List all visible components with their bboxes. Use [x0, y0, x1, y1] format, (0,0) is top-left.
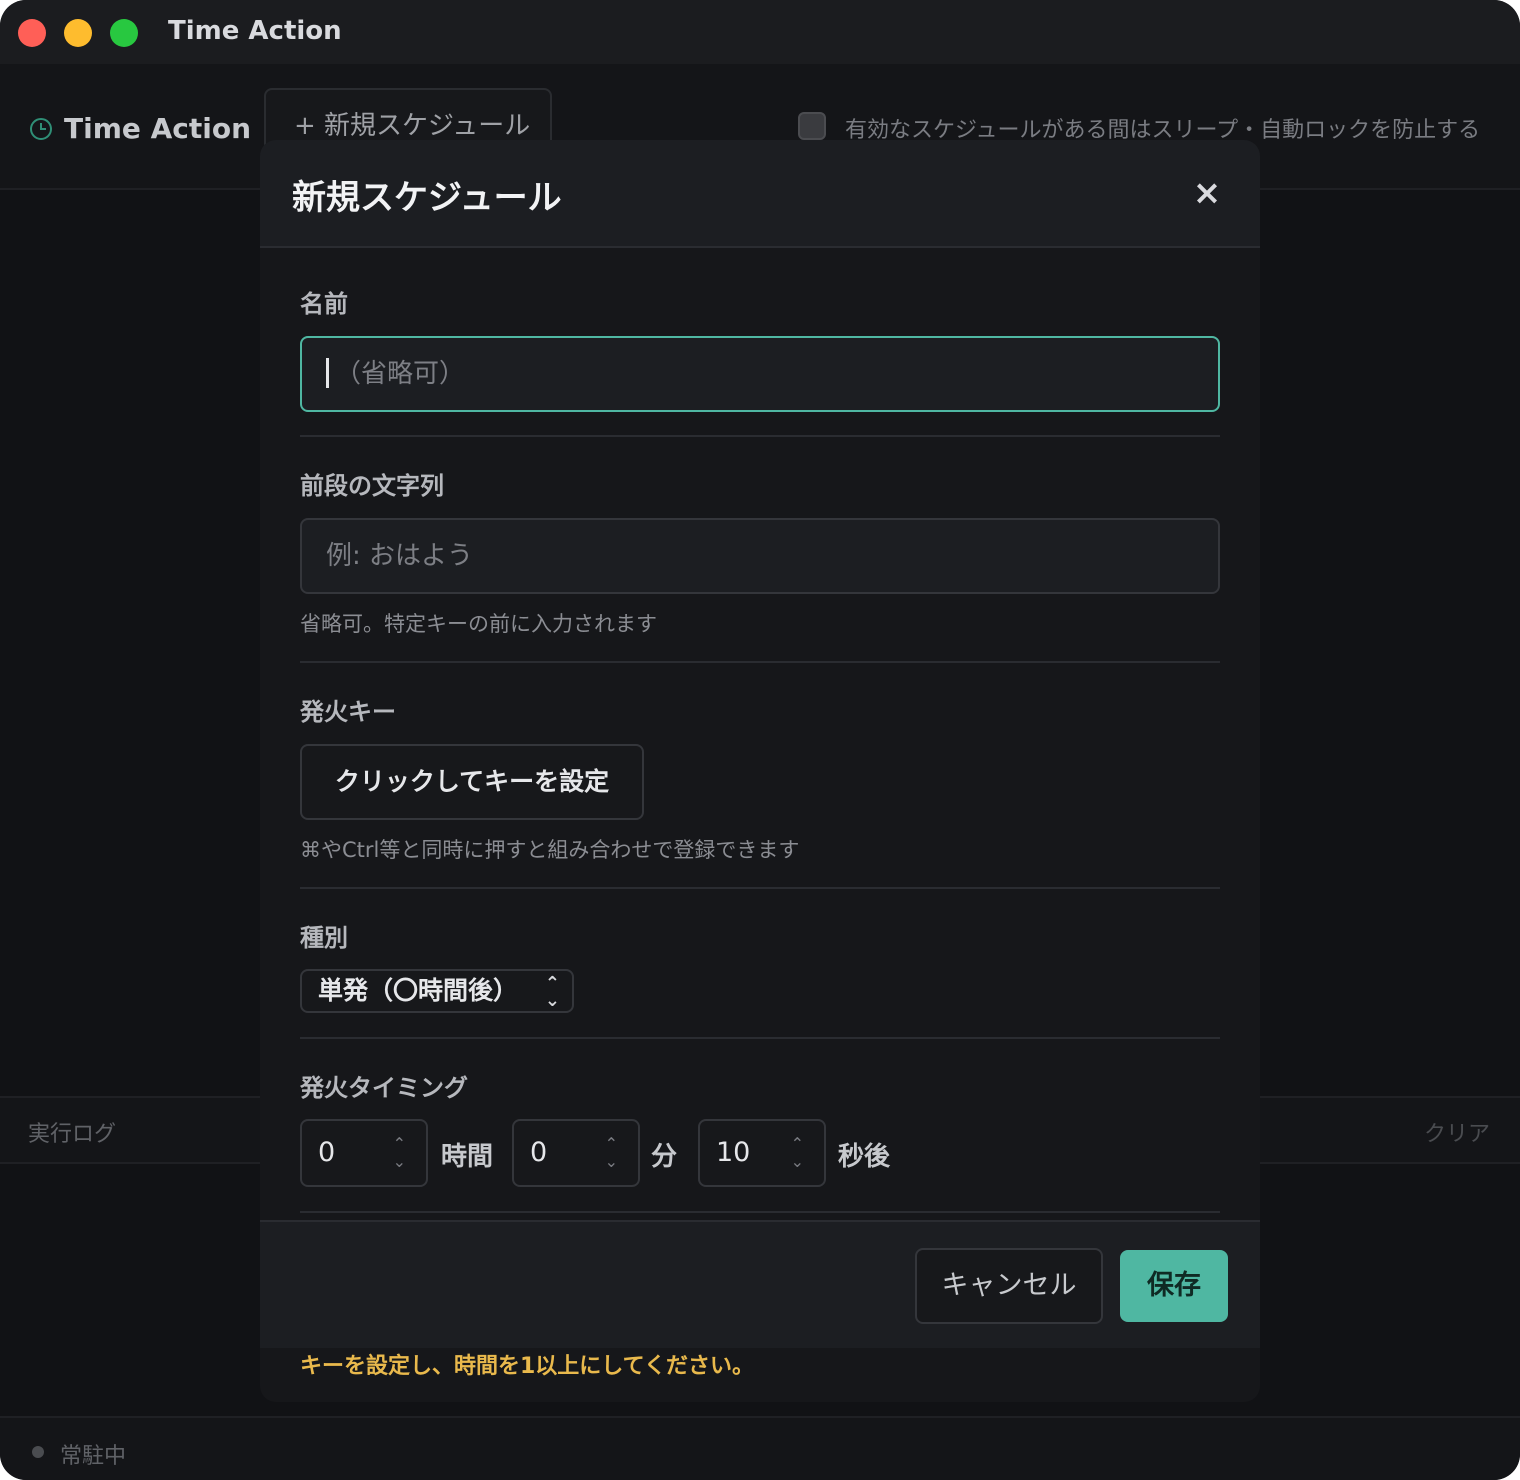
chevron-up-down-icon: ⌃ ⌄ [544, 973, 560, 1011]
stepper-arrows-icon[interactable]: ⌃ ⌄ [393, 1135, 406, 1171]
divider [300, 1211, 1220, 1213]
minimize-window-button[interactable] [64, 19, 92, 47]
divider [300, 661, 1220, 663]
prefix-input[interactable]: 例: おはよう [300, 518, 1220, 594]
seconds-stepper[interactable]: 10 ⌃ ⌄ [698, 1119, 826, 1187]
hours-value: 0 [318, 1137, 336, 1168]
divider [300, 887, 1220, 889]
log-title: 実行ログ [28, 1122, 117, 1147]
dialog-title: 新規スケジュール [292, 178, 562, 218]
log-clear-button[interactable]: クリア [1424, 1116, 1490, 1148]
new-schedule-dialog: 新規スケジュール × 名前 （省略可） 前段の文字列 例: おはよう 省略可。特… [260, 140, 1260, 1402]
seconds-value: 10 [716, 1137, 751, 1168]
status-bar: 常駐中 [0, 1416, 1520, 1480]
set-key-button[interactable]: クリックしてキーを設定 [300, 744, 644, 820]
type-section: 種別 [300, 918, 1220, 953]
hours-stepper[interactable]: 0 ⌃ ⌄ [300, 1119, 428, 1187]
stepper-arrows-icon[interactable]: ⌃ ⌄ [791, 1135, 804, 1171]
zoom-window-button[interactable] [110, 19, 138, 47]
trigger-key-label: 発火キー [300, 698, 396, 726]
brand-text: Time Action [64, 112, 252, 145]
trigger-key-section: 発火キー [300, 692, 1220, 727]
hours-unit: 時間 [441, 1142, 494, 1172]
cancel-button[interactable]: キャンセル [915, 1248, 1103, 1324]
minutes-value: 0 [530, 1137, 548, 1168]
close-icon[interactable]: × [1190, 176, 1224, 210]
seconds-unit: 秒後 [838, 1142, 891, 1172]
status-text: 常駐中 [60, 1444, 127, 1469]
status-indicator [32, 1446, 44, 1458]
divider [300, 435, 1220, 437]
prefix-section: 前段の文字列 [300, 466, 1220, 501]
name-input[interactable]: （省略可） [300, 336, 1220, 412]
stepper-arrows-icon[interactable]: ⌃ ⌄ [605, 1135, 618, 1171]
prevent-sleep-checkbox[interactable] [798, 112, 826, 140]
close-window-button[interactable] [18, 19, 46, 47]
minutes-stepper[interactable]: 0 ⌃ ⌄ [512, 1119, 640, 1187]
prefix-placeholder: 例: おはよう [326, 541, 474, 571]
prefix-hint: 省略可。特定キーの前に入力されます [300, 612, 657, 636]
titlebar: Time Action [0, 0, 1520, 64]
save-button[interactable]: 保存 [1120, 1250, 1228, 1322]
dialog-header: 新規スケジュール × [260, 140, 1260, 248]
name-label: 名前 [300, 290, 348, 318]
clock-icon [30, 117, 52, 140]
trigger-key-hint: ⌘やCtrl等と同時に押すと組み合わせで登録できます [300, 838, 800, 862]
type-select[interactable]: 単発（〇時間後） ⌃ ⌄ [300, 969, 574, 1013]
dialog-footer: キャンセル 保存 [260, 1220, 1260, 1348]
type-selected: 単発（〇時間後） [318, 976, 519, 1005]
app-window: Time Action Time Action + 新規スケジュール 有効なスケ… [0, 0, 1520, 1480]
name-placeholder: （省略可） [335, 359, 466, 389]
minutes-unit: 分 [651, 1142, 678, 1172]
validation-error: キーを設定し、時間を1以上にしてください。 [300, 1354, 754, 1379]
timing-label: 発火タイミング [300, 1074, 468, 1102]
timing-section: 発火タイミング [300, 1068, 1220, 1103]
divider [300, 1037, 1220, 1039]
text-caret [326, 357, 329, 388]
window-title: Time Action [168, 16, 342, 46]
type-label: 種別 [300, 924, 348, 952]
app-brand: Time Action [30, 112, 251, 145]
name-section: 名前 [300, 284, 1220, 319]
prefix-label: 前段の文字列 [300, 472, 444, 500]
